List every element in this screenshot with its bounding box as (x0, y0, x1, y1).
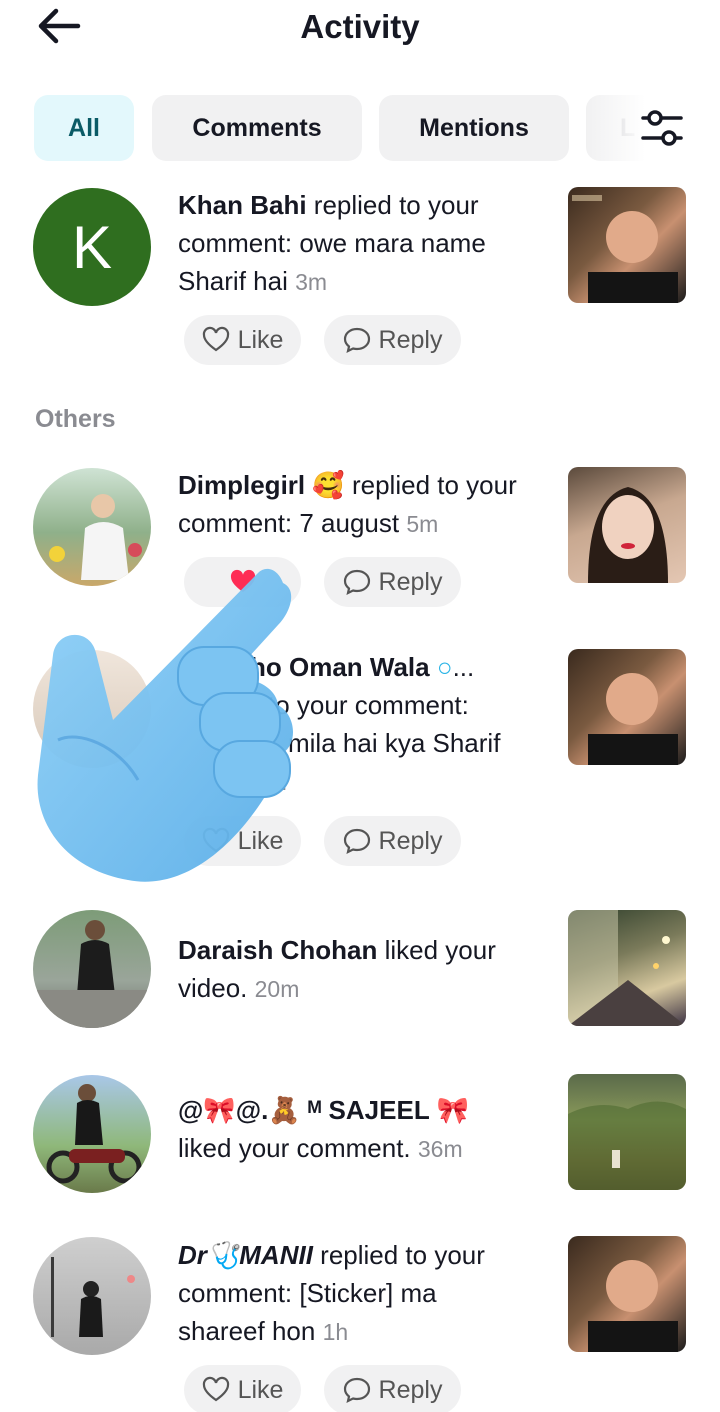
timestamp: n (274, 769, 287, 795)
notification-text[interactable]: Dimplegirl 🥰 replied to your comment: 7 … (178, 466, 548, 543)
avatar[interactable] (33, 1237, 151, 1355)
verified-badge: ○ (436, 652, 453, 682)
speech-bubble-icon (343, 327, 370, 354)
reply-button[interactable]: Reply (324, 1365, 461, 1412)
tab-mentions[interactable]: Mentions (379, 95, 569, 161)
video-thumbnail[interactable] (568, 910, 686, 1026)
avatar[interactable] (33, 650, 151, 768)
heart-filled-icon (230, 569, 255, 592)
video-thumbnail[interactable] (568, 187, 686, 303)
reply-button[interactable]: Reply (324, 315, 461, 365)
avatar[interactable] (33, 468, 151, 586)
section-label-others: Others (35, 405, 116, 433)
timestamp: 3m (295, 269, 328, 295)
timestamp: 20m (254, 976, 300, 1002)
notification-text[interactable]: Dr🩺MANII replied to your comment: [Stick… (178, 1236, 548, 1351)
speech-bubble-icon (343, 828, 370, 855)
username[interactable]: Daraish Chohan (178, 935, 377, 965)
avatar[interactable] (33, 1075, 151, 1193)
video-thumbnail[interactable] (568, 467, 686, 583)
page-title: Activity (300, 8, 420, 45)
notification-text[interactable]: @🎀@.🧸 ᴹ SAJEEL 🎀 liked your comment. 36m (178, 1091, 548, 1168)
video-thumbnail[interactable] (568, 1074, 686, 1190)
like-button[interactable] (184, 557, 301, 607)
avatar[interactable] (33, 910, 151, 1028)
speech-bubble-icon (343, 1377, 370, 1404)
username[interactable]: Dr🩺MANII (178, 1240, 313, 1270)
username[interactable]: Dimplegirl (178, 470, 305, 500)
notification-text[interactable]: Khan Bahi replied to your comment: owe m… (178, 186, 548, 301)
notification-text[interactable]: ho Oman Wala ○... to your comment: mila … (250, 648, 550, 801)
sliders-icon[interactable] (640, 105, 684, 151)
filter-tabs: All Comments Mentions L (0, 95, 720, 163)
heart-outline-icon (202, 1376, 229, 1402)
timestamp: 1h (322, 1319, 349, 1345)
tab-all[interactable]: All (34, 95, 134, 161)
username[interactable]: ho Oman Wala (250, 652, 430, 682)
like-button[interactable]: Like (184, 315, 301, 365)
header: Activity (0, 0, 720, 60)
timestamp: 5m (406, 511, 439, 537)
heart-outline-icon (202, 326, 229, 352)
like-button[interactable]: Like (184, 1365, 301, 1412)
like-button[interactable]: Like (184, 816, 301, 866)
timestamp: 36m (417, 1136, 463, 1162)
username[interactable]: Khan Bahi (178, 190, 307, 220)
username[interactable]: @🎀@.🧸 ᴹ SAJEEL 🎀 (178, 1095, 469, 1125)
heart-outline-icon (202, 827, 229, 853)
reply-button[interactable]: Reply (324, 816, 461, 866)
notification-text[interactable]: Daraish Chohan liked your video. 20m (178, 931, 548, 1008)
speech-bubble-icon (343, 569, 370, 596)
tab-comments[interactable]: Comments (152, 95, 362, 161)
reply-button[interactable]: Reply (324, 557, 461, 607)
video-thumbnail[interactable] (568, 649, 686, 765)
video-thumbnail[interactable] (568, 1236, 686, 1352)
avatar[interactable]: K (33, 188, 151, 306)
